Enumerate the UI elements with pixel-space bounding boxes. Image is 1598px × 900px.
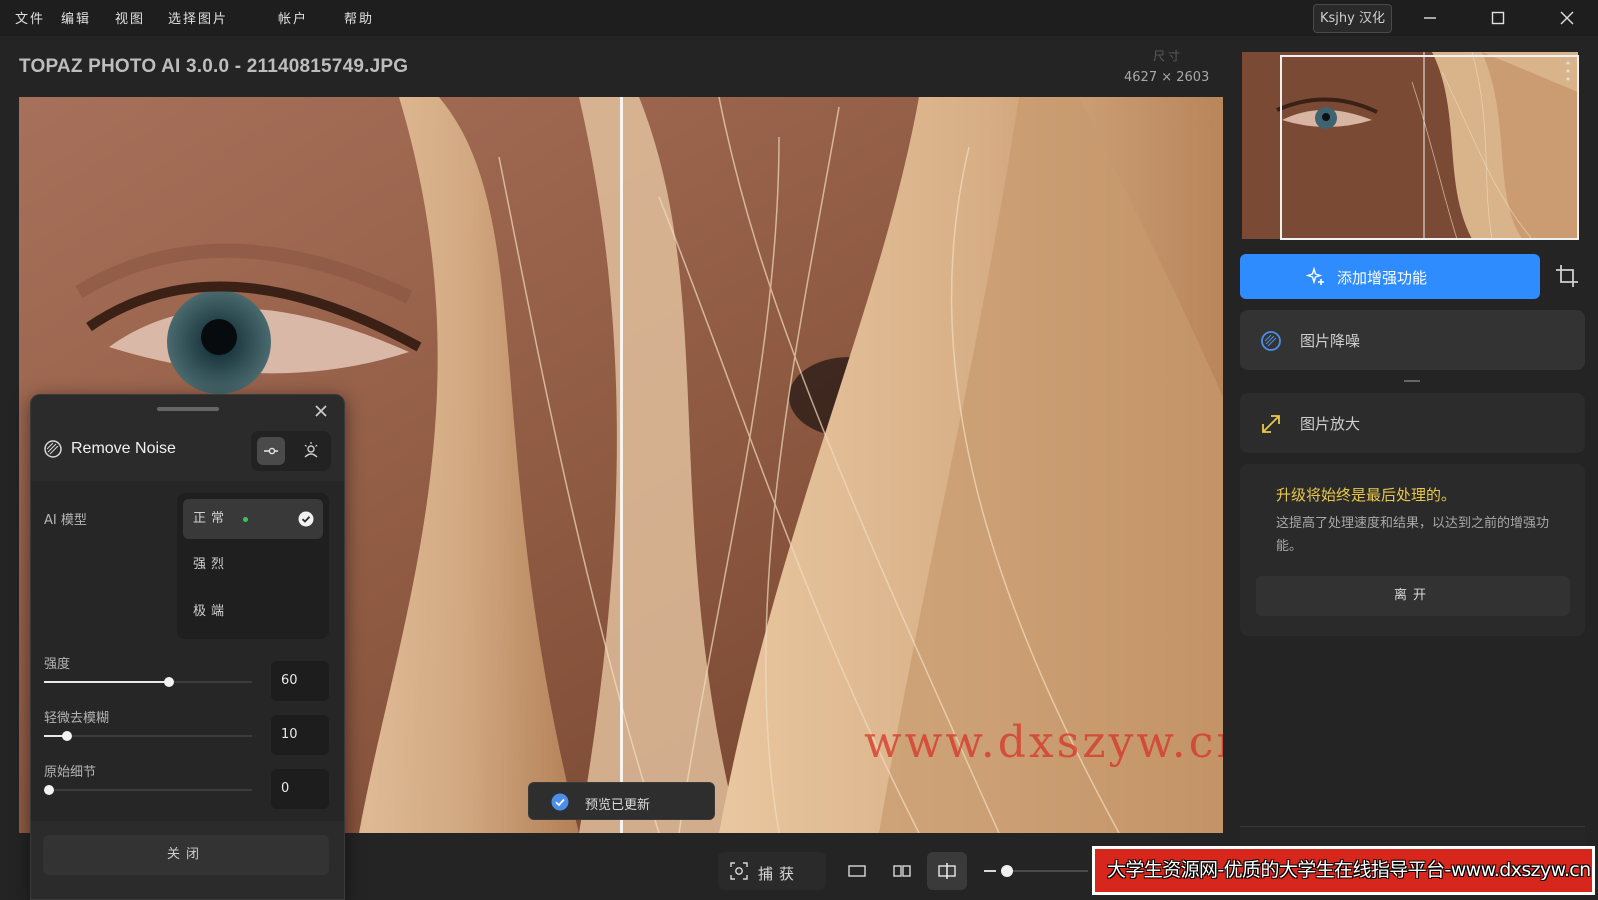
- promo-banner: 大学生资源网-优质的大学生在线指导平台-www.dxszyw.cn: [1092, 846, 1595, 895]
- tool-label-denoise: 图片降噪: [1300, 332, 1361, 350]
- manual-mode-icon[interactable]: [257, 437, 285, 465]
- tool-card-upscale[interactable]: 图片放大: [1240, 393, 1585, 453]
- single-view-button[interactable]: [837, 852, 877, 890]
- panel-close-icon[interactable]: [311, 401, 331, 421]
- navigator-viewport-frame[interactable]: [1280, 55, 1579, 240]
- crop-icon[interactable]: [1553, 262, 1581, 290]
- panel-title: Remove Noise: [71, 440, 176, 457]
- info-body: 这提高了处理速度和结果，以达到之前的增强功能。: [1276, 516, 1550, 554]
- active-dot: [243, 517, 248, 522]
- toast-text: 预览已更新: [585, 798, 651, 813]
- original-detail-label: 原始细节: [44, 765, 97, 780]
- panel-drag-handle[interactable]: [157, 407, 219, 411]
- tool-label-upscale: 图片放大: [1300, 415, 1361, 433]
- tool-card-denoise[interactable]: 图片降噪: [1240, 310, 1585, 370]
- window-title: TOPAZ PHOTO AI 3.0.0 - 21140815749.JPG: [19, 56, 409, 77]
- remove-noise-panel: Remove Noise AI 模型 正常 强烈 极端 强度 60 轻微去模糊: [30, 394, 345, 900]
- minimize-icon[interactable]: [1418, 6, 1442, 30]
- capture-button[interactable]: 捕获: [718, 852, 826, 890]
- side-by-side-view-button[interactable]: [882, 852, 922, 890]
- strength-slider-fill: [44, 681, 169, 683]
- zoom-slider-thumb[interactable]: [1001, 865, 1013, 877]
- menu-file[interactable]: 文件: [15, 8, 45, 27]
- model-option-extreme[interactable]: 极端: [183, 592, 323, 632]
- deblur-slider[interactable]: [44, 735, 252, 737]
- upscale-info-card: 升级将始终是最后处理的。 这提高了处理速度和结果，以达到之前的增强功能。 离开: [1240, 464, 1585, 636]
- zoom-out-icon[interactable]: [984, 870, 996, 872]
- add-enhancement-label: 添加增强功能: [1337, 269, 1428, 287]
- original-detail-slider[interactable]: [44, 789, 252, 791]
- menu-bar: 文件 编辑 视图 选择图片 帐户 帮助 Ksjhy 汉化: [0, 0, 1598, 36]
- ai-model-list: 正常 强烈 极端: [177, 493, 329, 639]
- watermark-text: www.dxszyw.cn: [864, 717, 1223, 768]
- leave-button[interactable]: 离开: [1256, 576, 1570, 616]
- deblur-label: 轻微去模糊: [44, 711, 110, 726]
- dimension-value: 4627 × 2603: [1124, 70, 1210, 85]
- menu-account[interactable]: 帐户: [278, 8, 308, 27]
- strength-value-input[interactable]: 60: [271, 661, 329, 701]
- check-circle-icon: [551, 793, 569, 811]
- dimension-label: 尺寸: [1153, 49, 1184, 63]
- menu-help[interactable]: 帮助: [344, 8, 374, 27]
- strength-slider-thumb[interactable]: [164, 677, 174, 687]
- upscale-icon: [1262, 415, 1280, 433]
- model-option-strong[interactable]: 强烈: [183, 545, 323, 585]
- remove-noise-icon: [43, 439, 63, 459]
- more-options-icon[interactable]: [1566, 60, 1570, 82]
- original-detail-value-input[interactable]: 0: [271, 769, 329, 809]
- panel-settings-section: AI 模型 正常 强烈 极端 强度 60 轻微去模糊 10 原始细节 0: [31, 481, 344, 821]
- localization-badge: Ksjhy 汉化: [1313, 4, 1392, 33]
- split-view-divider[interactable]: [620, 97, 623, 833]
- strength-label: 强度: [44, 657, 71, 672]
- menu-edit[interactable]: 编辑: [61, 8, 91, 27]
- auto-mode-icon[interactable]: [297, 437, 325, 465]
- check-icon: [298, 511, 314, 527]
- mode-toggle: [251, 431, 331, 471]
- split-view-icon: [938, 863, 956, 879]
- add-enhancement-button[interactable]: 添加增强功能: [1240, 254, 1540, 299]
- single-view-icon: [848, 865, 866, 877]
- side-by-side-icon: [893, 865, 911, 877]
- tool-divider-handle[interactable]: [1404, 380, 1420, 382]
- preview-updated-toast: 预览已更新: [528, 782, 715, 820]
- ai-model-label: AI 模型: [44, 513, 87, 528]
- maximize-icon[interactable]: [1486, 6, 1510, 30]
- denoise-icon: [1261, 331, 1281, 351]
- menu-select-image[interactable]: 选择图片: [168, 8, 228, 27]
- split-view-button[interactable]: [927, 852, 967, 890]
- close-button[interactable]: 关闭: [43, 835, 329, 875]
- model-option-normal[interactable]: 正常: [183, 499, 323, 539]
- menu-view[interactable]: 视图: [115, 8, 145, 27]
- capture-icon: [730, 862, 748, 880]
- original-detail-slider-thumb[interactable]: [44, 785, 54, 795]
- window-close-icon[interactable]: [1555, 6, 1579, 30]
- sparkle-add-icon: [1306, 267, 1324, 285]
- deblur-slider-thumb[interactable]: [62, 731, 72, 741]
- zoom-slider[interactable]: [1004, 870, 1088, 872]
- deblur-value-input[interactable]: 10: [271, 715, 329, 755]
- capture-label: 捕获: [758, 865, 801, 883]
- info-title: 升级将始终是最后处理的。: [1276, 486, 1457, 504]
